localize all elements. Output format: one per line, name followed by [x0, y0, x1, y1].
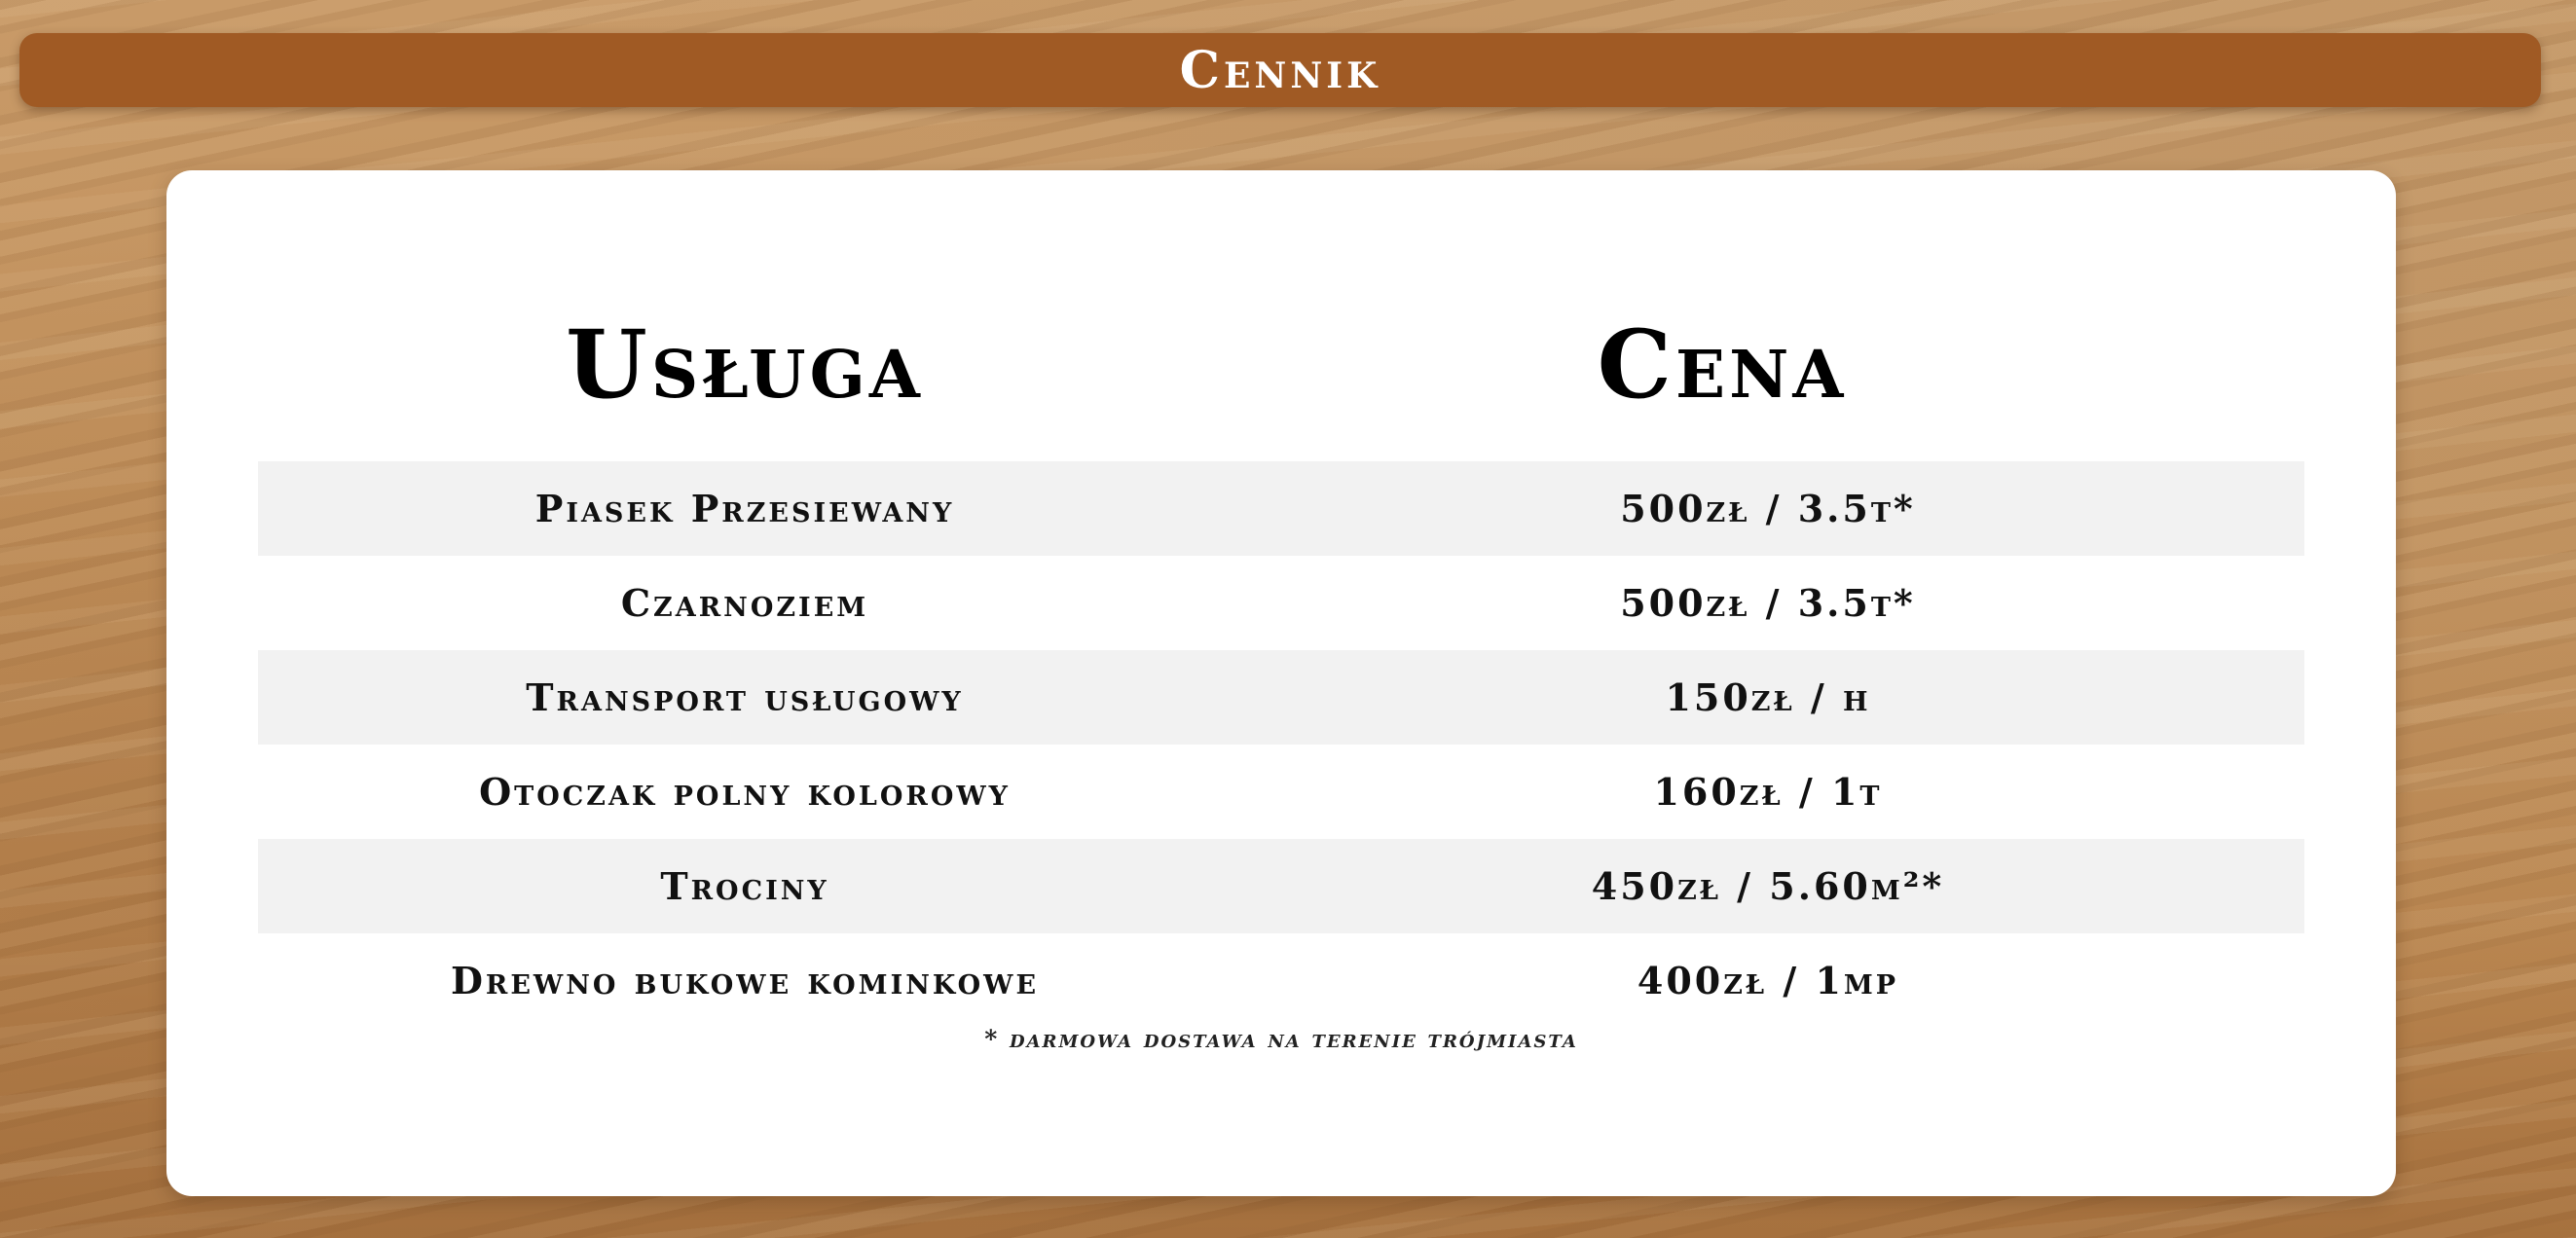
service-name: Otoczak polny kolorowy [479, 770, 1011, 814]
service-price: 500zł / 3.5t* [1620, 487, 1916, 530]
service-price: 500zł / 3.5t* [1620, 581, 1916, 625]
page-title-bar: Cennik [19, 33, 2541, 107]
service-name: Transport usługowy [526, 675, 964, 719]
table-row: Transport usługowy 150zł / h [258, 650, 2304, 745]
service-price: 400zł / 1mp [1637, 959, 1899, 1002]
service-price: 450zł / 5.60m²* [1591, 864, 1945, 908]
table-row: Piasek Przesiewany 500zł / 3.5t* [258, 461, 2304, 556]
service-price: 150zł / h [1665, 675, 1871, 719]
service-name: Trociny [660, 864, 829, 908]
table-row: Otoczak polny kolorowy 160zł / 1t [258, 745, 2304, 839]
page-title: Cennik [1179, 40, 1381, 100]
table-row: Czarnoziem 500zł / 3.5t* [258, 556, 2304, 650]
service-price: 160zł / 1t [1653, 770, 1883, 814]
table-header: Usługa Cena [166, 307, 2396, 423]
pricing-panel: Usługa Cena Piasek Przesiewany 500zł / 3… [166, 170, 2396, 1196]
table-row: Trociny 450zł / 5.60m²* [258, 839, 2304, 933]
table-row: Drewno bukowe kominkowe 400zł / 1mp [258, 933, 2304, 1028]
service-name: Drewno bukowe kominkowe [450, 959, 1040, 1002]
price-table: Piasek Przesiewany 500zł / 3.5t* Czarnoz… [258, 461, 2304, 1028]
service-name: Piasek Przesiewany [534, 487, 955, 530]
header-service: Usługa [566, 310, 924, 419]
header-price: Cena [1597, 310, 1848, 419]
service-name: Czarnoziem [620, 581, 869, 625]
delivery-footnote: * darmowa dostawa na terenie trójmiasta [984, 1025, 1578, 1053]
